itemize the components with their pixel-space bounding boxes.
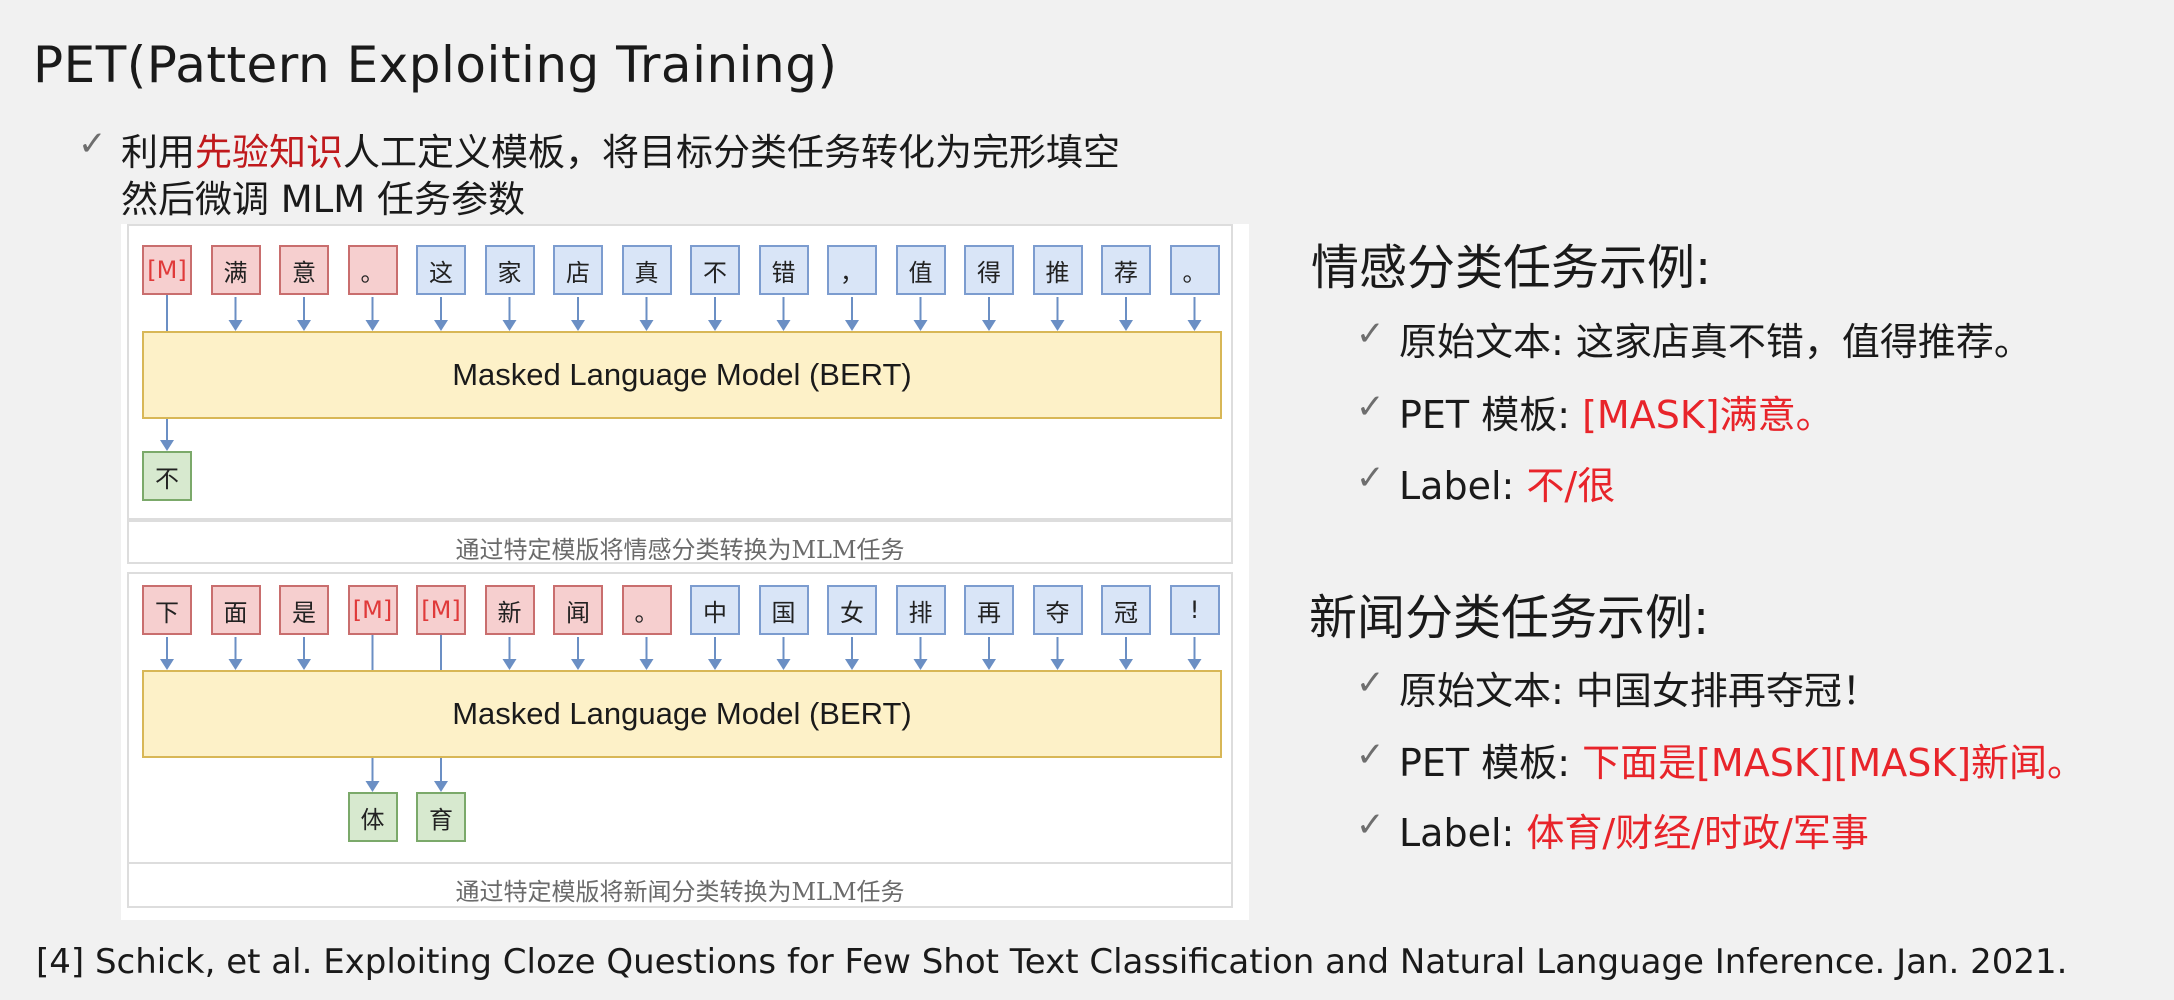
news-label: Label: 体育/财经/时政/军事	[1399, 802, 1869, 857]
token-arrow-head	[297, 320, 311, 331]
token-arrow-head	[708, 659, 722, 670]
output-arrow-head	[365, 781, 380, 792]
news-original-label: 原始文本:	[1399, 669, 1576, 713]
token-arrow-head	[1050, 320, 1065, 331]
bullet-line-1: 利用先验知识人工定义模板，将目标分类任务转化为完形填空	[121, 122, 1120, 176]
token-arrow-head	[639, 320, 654, 331]
sentiment-label-label: Label:	[1399, 464, 1527, 508]
check-icon: ✓	[78, 124, 107, 164]
news-original-text: 中国女排再夺冠！	[1575, 669, 1880, 713]
sentiment-original-text: 这家店真不错，值得推荐。	[1575, 320, 2032, 364]
sentiment-pet: PET 模板: [MASK]满意。	[1399, 384, 1834, 439]
output-arrow-head	[434, 781, 448, 792]
token-arrow-head	[776, 320, 791, 331]
news-original: 原始文本: 中国女排再夺冠！	[1399, 660, 1880, 715]
token-arrow-head	[502, 320, 517, 331]
check-icon: ✓	[1356, 735, 1385, 775]
check-icon: ✓	[1356, 663, 1385, 703]
sentiment-label-value: 不/很	[1526, 464, 1616, 508]
bullet-highlight: 先验知识	[195, 131, 343, 174]
token-arrow-head	[1119, 659, 1133, 670]
bullet-text-a: 利用	[121, 131, 195, 174]
bullet-text-c: 人工定义模板，将目标分类任务转化为完形填空	[343, 131, 1120, 174]
token-arrow-head	[708, 320, 722, 331]
news-pet-label: PET 模板:	[1399, 741, 1583, 785]
token-arrow-head	[228, 659, 243, 670]
token-arrow-head	[913, 659, 928, 670]
token-arrow-head	[571, 320, 585, 331]
token-arrow-head	[1187, 320, 1202, 331]
news-pet-value: 下面是[MASK][MASK]新闻。	[1582, 741, 2086, 785]
token-arrow-head	[502, 659, 517, 670]
sentiment-original-label: 原始文本:	[1399, 320, 1576, 364]
sentiment-pet-label: PET 模板:	[1399, 393, 1583, 437]
token-arrow-head	[365, 320, 380, 331]
slide-title: PET(Pattern Exploiting Training)	[33, 36, 838, 94]
reference-citation: [4] Schick, et al. Exploiting Cloze Ques…	[36, 942, 2068, 982]
arrow-layer	[160, 295, 1202, 792]
output-arrow-head	[160, 440, 174, 451]
bullet-line-2: 然后微调 MLM 任务参数	[121, 178, 525, 221]
token-arrow-head	[1050, 659, 1065, 670]
token-arrow-head	[434, 320, 448, 331]
token-arrow-head	[160, 659, 174, 670]
token-arrow-head	[982, 320, 996, 331]
news-label-value: 体育/财经/时政/军事	[1526, 811, 1869, 855]
sentiment-original: 原始文本: 这家店真不错，值得推荐。	[1399, 311, 2032, 366]
news-heading: 新闻分类任务示例:	[1309, 590, 1710, 646]
sentiment-heading: 情感分类任务示例:	[1311, 240, 1712, 296]
pet-figure: 通过特定模版将情感分类转换为MLM任务 通过特定模版将新闻分类转换为MLM任务 …	[121, 224, 1249, 920]
token-arrow-head	[228, 320, 243, 331]
token-arrow-head	[639, 659, 654, 670]
token-arrow-head	[571, 659, 585, 670]
token-arrow-head	[913, 320, 928, 331]
token-arrow-head	[297, 659, 311, 670]
token-arrow-head	[845, 659, 859, 670]
check-icon: ✓	[1356, 805, 1385, 845]
check-icon: ✓	[1356, 458, 1385, 498]
token-arrow-head	[1119, 320, 1133, 331]
token-arrow-head	[1187, 659, 1202, 670]
check-icon: ✓	[1356, 314, 1385, 354]
token-arrow-head	[982, 659, 996, 670]
news-pet: PET 模板: 下面是[MASK][MASK]新闻。	[1399, 732, 2085, 787]
check-icon: ✓	[1356, 387, 1385, 427]
token-arrow-head	[776, 659, 791, 670]
news-label-label: Label:	[1399, 811, 1527, 855]
sentiment-label: Label: 不/很	[1399, 455, 1615, 510]
sentiment-pet-value: [MASK]满意。	[1582, 393, 1834, 437]
token-arrow-head	[845, 320, 859, 331]
